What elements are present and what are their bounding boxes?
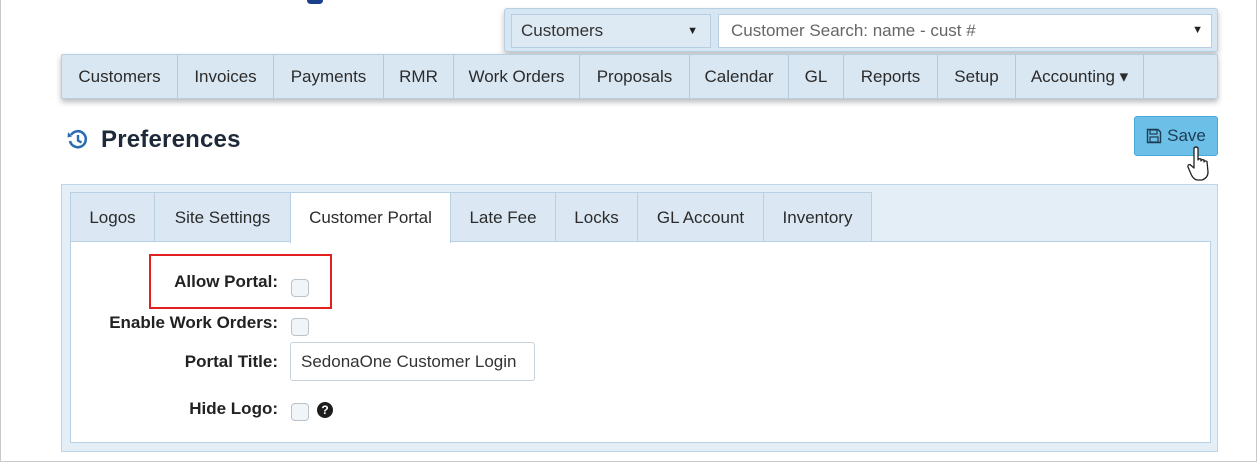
company-logo <box>307 0 323 4</box>
nav-item-setup[interactable]: Setup <box>938 55 1016 98</box>
nav-item-work-orders[interactable]: Work Orders <box>454 55 580 98</box>
page-title: Preferences <box>101 126 241 153</box>
hide-logo-checkbox[interactable] <box>291 403 309 421</box>
save-button-label: Save <box>1167 126 1206 145</box>
tab-bar: Logos Site Settings Customer Portal Late… <box>70 192 872 243</box>
save-button[interactable]: Save <box>1134 116 1218 156</box>
nav-item-reports[interactable]: Reports <box>844 55 938 98</box>
nav-item-customers[interactable]: Customers <box>62 55 178 98</box>
history-icon <box>67 129 88 149</box>
nav-item-calendar[interactable]: Calendar <box>690 55 789 98</box>
hide-logo-label: Hide Logo: <box>189 399 278 418</box>
main-nav: Customers Invoices Payments RMR Work Ord… <box>61 54 1218 99</box>
page-header: Preferences <box>67 126 241 154</box>
tab-gl-account[interactable]: GL Account <box>637 192 764 242</box>
nav-item-accounting[interactable]: Accounting ▾ <box>1016 55 1144 98</box>
allow-portal-label: Allow Portal: <box>174 272 278 291</box>
page: Customers ▼ ▼ Customers Invoices Payment… <box>0 0 1257 462</box>
enable-work-orders-label: Enable Work Orders: <box>109 313 278 332</box>
nav-item-rmr[interactable]: RMR <box>384 55 454 98</box>
search-type-value: Customers <box>521 21 604 40</box>
search-type-select[interactable]: Customers ▼ <box>511 14 711 48</box>
question-circle-icon[interactable]: ? <box>317 402 333 418</box>
portal-title-label: Portal Title: <box>184 352 278 371</box>
tab-late-fee[interactable]: Late Fee <box>450 192 556 242</box>
allow-portal-checkbox[interactable] <box>291 279 309 297</box>
portal-title-input[interactable] <box>290 342 535 381</box>
customer-search-bar: Customers ▼ ▼ <box>504 8 1218 52</box>
tab-inventory[interactable]: Inventory <box>763 192 872 242</box>
nav-item-payments[interactable]: Payments <box>274 55 384 98</box>
tab-customer-portal[interactable]: Customer Portal <box>290 192 451 243</box>
floppy-disk-icon <box>1146 128 1162 144</box>
search-dropdown-chevron-icon[interactable]: ▼ <box>1192 24 1203 36</box>
tab-locks[interactable]: Locks <box>555 192 638 242</box>
customer-search-input[interactable] <box>718 14 1212 48</box>
tab-site-settings[interactable]: Site Settings <box>154 192 291 242</box>
chevron-down-icon: ▼ <box>687 25 698 37</box>
nav-item-gl[interactable]: GL <box>789 55 844 98</box>
nav-item-invoices[interactable]: Invoices <box>178 55 274 98</box>
nav-item-proposals[interactable]: Proposals <box>580 55 690 98</box>
tab-logos[interactable]: Logos <box>70 192 155 242</box>
enable-work-orders-checkbox[interactable] <box>291 318 309 336</box>
